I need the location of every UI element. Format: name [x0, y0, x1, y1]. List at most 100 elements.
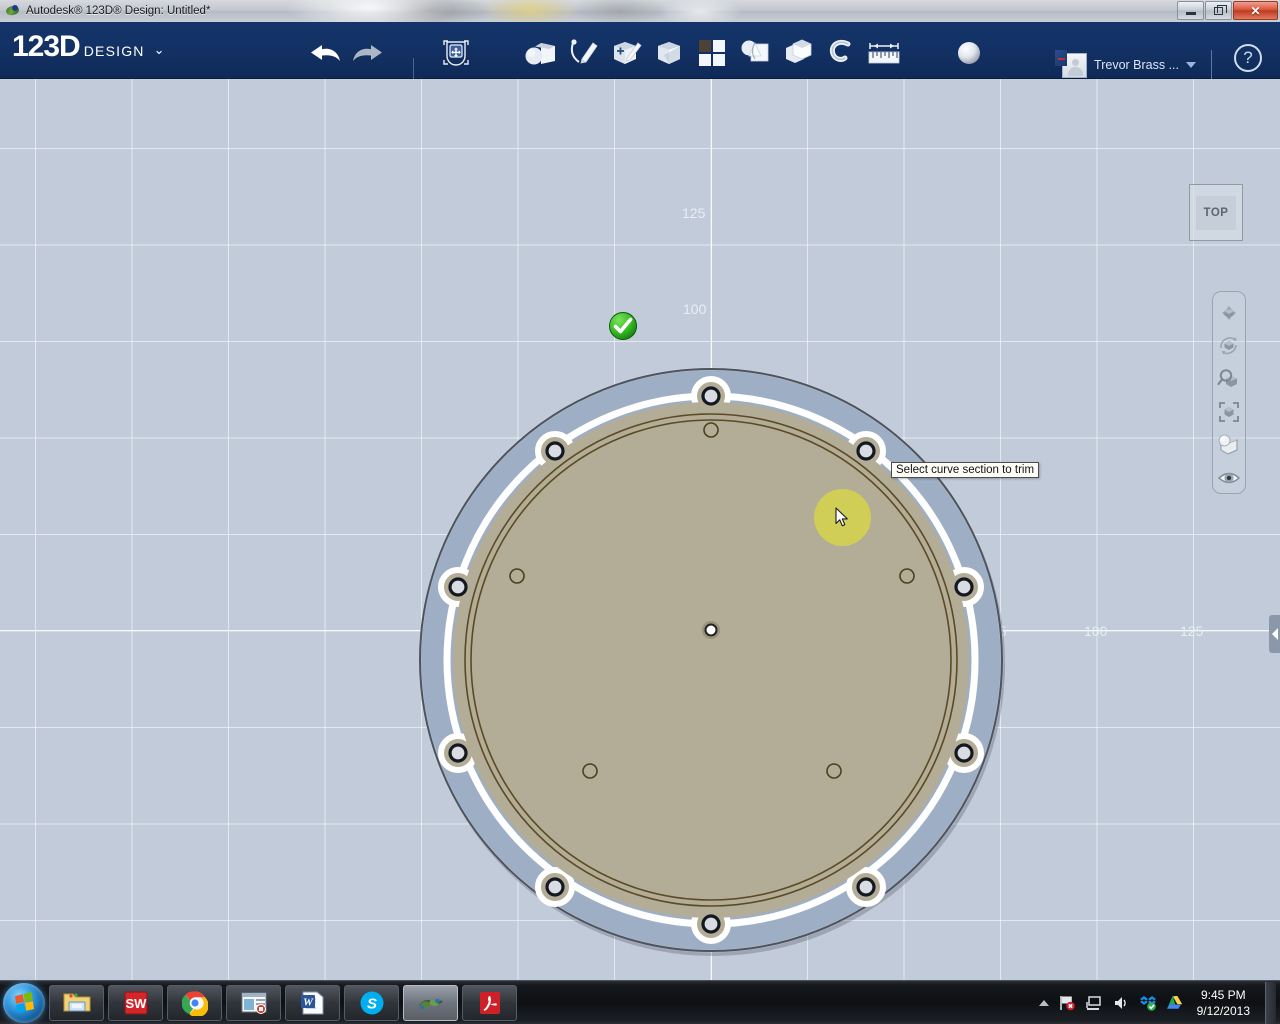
sketch-tool[interactable] — [563, 33, 605, 87]
minimize-icon — [1185, 12, 1196, 15]
redo-arrow-icon — [353, 45, 382, 61]
primitives-tool[interactable] — [520, 33, 562, 87]
magnet-snap-tool[interactable] — [821, 33, 861, 73]
adobe-acrobat-icon — [479, 991, 500, 1014]
restore-icon — [1214, 4, 1227, 15]
primitives-icon — [525, 43, 555, 65]
accept-button[interactable] — [608, 311, 638, 341]
svg-text:S: S — [366, 995, 376, 1012]
system-tray: 9:45 PM 9/12/2013 — [1038, 981, 1280, 1024]
logo-text-main: 123D — [12, 30, 81, 63]
taskbar-123d-design[interactable] — [403, 984, 458, 1021]
curve-trim-tooltip: Select curve section to trim — [891, 462, 1040, 478]
skype-icon: S — [360, 991, 383, 1014]
app-bug-icon — [5, 3, 21, 19]
magnet-icon — [829, 39, 851, 62]
chevron-left-icon — [1271, 628, 1278, 640]
solidworks-icon: SW — [124, 991, 147, 1014]
app-logo[interactable]: 123D DESIGN ⌄ — [12, 30, 165, 64]
part-geometry — [419, 367, 1005, 956]
cursor-arrow-icon — [835, 507, 848, 527]
minimize-button[interactable] — [1177, 1, 1204, 20]
origin-point[interactable] — [702, 621, 720, 639]
windows-logo-icon — [14, 992, 34, 1013]
123d-design-icon — [418, 998, 443, 1009]
undo-button[interactable] — [305, 33, 345, 73]
pattern-tool[interactable] — [692, 33, 734, 87]
window-title-bar: Autodesk® 123D® Design: Untitled* ✕ — [0, 0, 1280, 22]
start-button[interactable] — [3, 982, 45, 1023]
taskbar-google-chrome[interactable] — [167, 984, 222, 1021]
sketch-pencil-icon — [570, 39, 598, 64]
modeling-canvas[interactable]: 125 100 75 50 25 25 50 75 100 125 — [0, 79, 1280, 980]
view-cube-face-top[interactable]: TOP — [1196, 195, 1236, 230]
grouping-icon — [741, 40, 769, 62]
restore-button[interactable] — [1205, 1, 1232, 20]
svg-text:SW: SW — [125, 996, 147, 1011]
app-toolbar: 123D DESIGN ⌄ Trevor Brass ... ? — [0, 22, 1280, 87]
action-center-flag-icon[interactable] — [1058, 994, 1076, 1012]
ruler-measure-icon — [868, 43, 900, 64]
close-icon: ✕ — [1250, 3, 1261, 18]
user-chevron-down-icon[interactable] — [1186, 62, 1196, 68]
part-model[interactable] — [419, 330, 1011, 980]
material-sphere-icon — [958, 42, 980, 64]
redo-button[interactable] — [348, 33, 388, 73]
taskbar-solidworks[interactable]: SW — [108, 984, 163, 1021]
navigation-bar — [1212, 291, 1246, 494]
window-title: Autodesk® 123D® Design: Untitled* — [26, 5, 211, 17]
view-cube[interactable]: TOP — [1189, 184, 1243, 241]
fit-icon[interactable] — [1214, 396, 1244, 427]
taskbar-media-app[interactable] — [226, 984, 281, 1021]
svg-text:W: W — [303, 996, 314, 1008]
folder-explorer-icon — [63, 992, 90, 1011]
show-hidden-icons-button[interactable] — [1038, 999, 1049, 1006]
undo-arrow-icon — [311, 45, 340, 61]
logo-text-sub: DESIGN — [83, 43, 145, 59]
axis-y-tick-100: 100 — [683, 301, 707, 317]
word-icon: W — [301, 991, 324, 1014]
axis-x-tick-125: 125 — [1180, 623, 1204, 639]
user-account-menu[interactable]: Trevor Brass ... — [1055, 49, 1216, 80]
chrome-icon — [181, 990, 208, 1016]
green-checkmark-icon — [609, 312, 637, 340]
clock-time: 9:45 PM — [1200, 987, 1246, 1002]
help-button[interactable]: ? — [1234, 44, 1262, 72]
expand-panel-button[interactable] — [1269, 615, 1280, 653]
network-icon[interactable] — [1085, 994, 1103, 1012]
taskbar-clock[interactable]: 9:45 PM 9/12/2013 — [1197, 987, 1250, 1019]
visibility-eye-icon[interactable] — [1214, 462, 1244, 493]
construct-tool[interactable] — [606, 33, 648, 87]
windows-taskbar: SW W S 9:45 PM 9/12/2013 — [0, 980, 1280, 1024]
avatar-ribbon-icon — [1055, 49, 1068, 66]
taskbar-windows-explorer[interactable] — [49, 984, 104, 1021]
taskbar-adobe-reader[interactable] — [462, 984, 517, 1021]
google-drive-icon[interactable] — [1166, 994, 1184, 1012]
view-style-icon[interactable] — [1214, 429, 1244, 460]
toolbar-separator-2 — [1211, 50, 1212, 80]
user-name-label: Trevor Brass ... — [1094, 58, 1179, 72]
taskbar-microsoft-word[interactable]: W — [285, 984, 340, 1021]
grouping-tool[interactable] — [735, 33, 777, 87]
user-avatar-icon — [1055, 49, 1088, 78]
measure-tool[interactable] — [864, 33, 904, 73]
combine-tool[interactable] — [778, 33, 820, 87]
pattern-grid-icon — [699, 40, 725, 66]
axis-x-tick-100: 100 — [1084, 623, 1108, 639]
application-window: Autodesk® 123D® Design: Untitled* ✕ 123D… — [0, 0, 1280, 1024]
show-desktop-button[interactable] — [1265, 981, 1276, 1024]
orbit-icon[interactable] — [1214, 330, 1244, 361]
logo-chevron-down-icon[interactable]: ⌄ — [154, 42, 165, 58]
pan-icon[interactable] — [1214, 297, 1244, 328]
media-window-icon — [241, 992, 266, 1014]
transform-tool[interactable] — [436, 33, 478, 87]
volume-icon[interactable] — [1112, 994, 1130, 1012]
dropbox-icon[interactable] — [1139, 994, 1157, 1012]
close-button[interactable]: ✕ — [1233, 1, 1278, 20]
zoom-icon[interactable] — [1214, 363, 1244, 394]
construct-icon — [614, 42, 642, 64]
material-tool[interactable] — [949, 33, 989, 73]
axis-y-tick-125: 125 — [682, 205, 706, 221]
taskbar-skype[interactable]: S — [344, 984, 399, 1021]
modify-tool[interactable] — [649, 33, 691, 87]
